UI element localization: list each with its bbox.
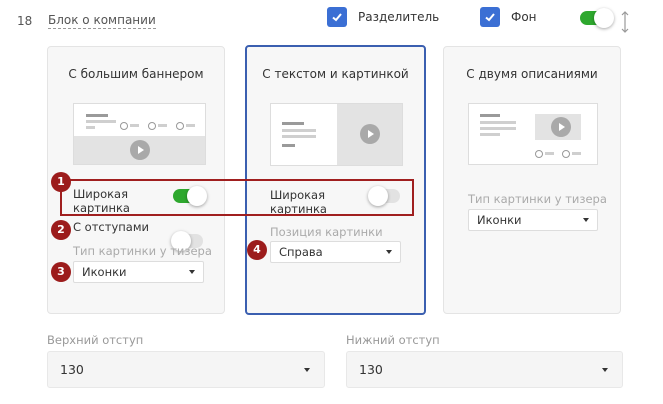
bottom-padding-select[interactable]: 130 <box>346 351 623 388</box>
chevron-down-icon <box>583 218 589 222</box>
play-icon <box>130 140 150 160</box>
select-value: Иконки <box>82 265 127 279</box>
wide-image-highlight <box>60 179 414 216</box>
select-value: Иконки <box>477 213 522 227</box>
teaser-type-select[interactable]: Иконки <box>73 261 204 283</box>
image-position-select[interactable]: Справа <box>270 241 401 263</box>
top-padding-label: Верхний отступ <box>47 333 144 347</box>
layout-preview <box>73 103 206 165</box>
teaser-type-label: Тип картинки у тизера <box>73 244 212 258</box>
play-icon <box>360 124 380 144</box>
card-title: С текстом и картинкой <box>262 67 409 81</box>
image-position-label: Позиция картинки <box>270 225 383 239</box>
chevron-down-icon <box>189 270 195 274</box>
badge-3: 3 <box>51 262 71 282</box>
select-value: 130 <box>359 362 383 377</box>
teaser-type-label: Тип картинки у тизера <box>468 192 607 206</box>
layout-preview <box>270 103 403 166</box>
checkmark-icon <box>485 13 495 22</box>
background-checkbox[interactable] <box>480 7 500 27</box>
block-title-link[interactable]: Блок о компании <box>48 13 156 29</box>
divider-label: Разделитель <box>358 10 440 24</box>
select-value: 130 <box>60 362 84 377</box>
block-enabled-toggle[interactable] <box>580 8 614 28</box>
bottom-padding-label: Нижний отступ <box>346 333 440 347</box>
layout-preview <box>468 103 598 165</box>
row-number: 18 <box>17 14 33 28</box>
select-value: Справа <box>279 245 323 259</box>
chevron-down-icon <box>602 368 608 372</box>
chevron-down-icon <box>304 368 310 372</box>
padding-label: С отступами <box>73 220 149 234</box>
drag-handle-icon[interactable] <box>620 11 630 33</box>
card-title: С большим баннером <box>68 67 204 81</box>
play-icon <box>551 117 571 137</box>
toggle-knob <box>594 8 614 28</box>
teaser-type-select[interactable]: Иконки <box>468 209 598 231</box>
badge-2: 2 <box>51 220 71 240</box>
badge-4: 4 <box>247 240 267 260</box>
top-padding-select[interactable]: 130 <box>47 351 325 388</box>
checkmark-icon <box>332 13 342 22</box>
card-title: С двумя описаниями <box>466 67 598 81</box>
divider-checkbox[interactable] <box>327 7 347 27</box>
badge-1: 1 <box>51 172 71 192</box>
chevron-down-icon <box>386 250 392 254</box>
background-label: Фон <box>511 10 537 24</box>
layout-card-two-descriptions[interactable]: С двумя описаниями Тип картинки у тизера… <box>443 46 621 314</box>
